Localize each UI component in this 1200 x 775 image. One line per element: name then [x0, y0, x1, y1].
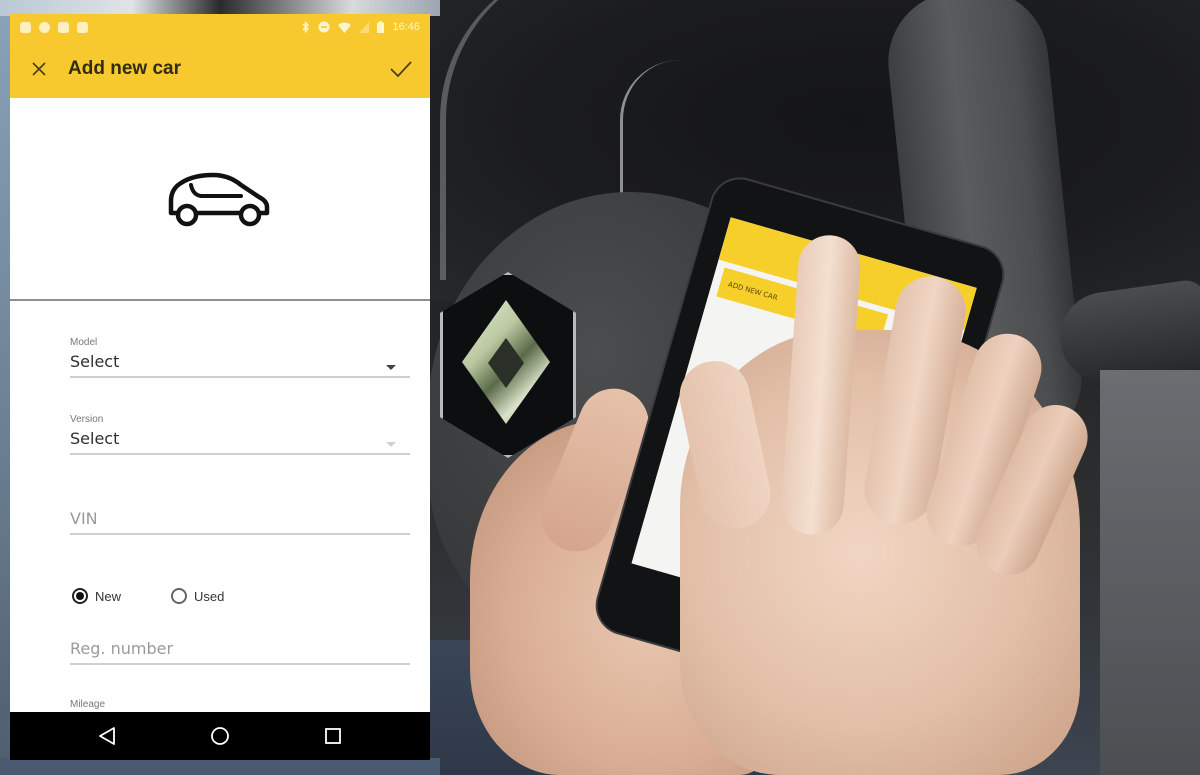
signal-icon: [359, 21, 370, 33]
radio-used-label: Used: [194, 588, 225, 604]
battery-icon: [377, 21, 385, 33]
notification-icon: [39, 21, 50, 33]
reg-number-placeholder: Reg. number: [70, 639, 174, 658]
door-panel: [1100, 370, 1200, 775]
mileage-input[interactable]: Mileage: [70, 699, 410, 713]
vin-underline: [70, 533, 410, 535]
vin-placeholder: VIN: [70, 509, 98, 528]
do-not-disturb-icon: [318, 21, 330, 33]
radio-checked-icon: [72, 588, 88, 604]
version-select[interactable]: Version Select: [70, 414, 410, 455]
model-select[interactable]: Model Select: [70, 337, 410, 378]
android-nav-bar: [10, 712, 430, 760]
image-notification-icon: [20, 21, 31, 33]
app-toolbar: Add new car: [10, 40, 430, 98]
status-bar: 16:46: [10, 14, 430, 40]
notification-icons: [20, 21, 88, 33]
check-icon: [390, 61, 412, 78]
bluetooth-icon: [302, 21, 310, 33]
model-label: Model: [70, 337, 98, 348]
model-value: Select: [70, 352, 120, 371]
dropdown-arrow-icon: [386, 442, 396, 447]
dropdown-arrow-icon: [386, 365, 396, 370]
background-edge: [0, 758, 440, 775]
recents-button[interactable]: [313, 716, 353, 756]
recents-icon: [325, 728, 342, 744]
reg-number-input[interactable]: Reg. number: [70, 638, 410, 665]
version-value: Select: [70, 429, 120, 448]
radio-used[interactable]: Used: [171, 588, 224, 604]
car-form: Model Select Version Select VIN New Used: [10, 301, 430, 711]
wifi-icon: [338, 22, 352, 33]
mileage-label: Mileage: [70, 699, 106, 710]
system-icons: 16:46: [302, 21, 420, 33]
notification-icon: [77, 21, 88, 33]
radio-new[interactable]: New: [72, 588, 121, 604]
model-underline: [70, 376, 410, 378]
car-image-area: [10, 98, 430, 301]
close-icon: [32, 62, 46, 76]
radio-unchecked-icon: [171, 588, 188, 604]
vin-input[interactable]: VIN: [70, 508, 410, 535]
home-icon: [211, 727, 229, 745]
version-label: Version: [70, 414, 104, 425]
app-screen: 16:46 Add new car Model Select Version S…: [10, 14, 430, 760]
page-title: Add new car: [68, 58, 181, 79]
clock: 16:46: [392, 21, 420, 33]
save-button[interactable]: [372, 40, 430, 98]
back-icon: [98, 727, 115, 745]
radio-new-label: New: [95, 588, 122, 604]
reg-number-underline: [70, 663, 410, 665]
condition-radio-group: New Used: [72, 588, 274, 604]
home-button[interactable]: [200, 716, 240, 756]
car-icon: [168, 172, 270, 226]
camera-notification-icon: [58, 21, 69, 33]
close-button[interactable]: [10, 40, 68, 98]
version-underline: [70, 453, 410, 455]
back-button[interactable]: [87, 716, 127, 756]
